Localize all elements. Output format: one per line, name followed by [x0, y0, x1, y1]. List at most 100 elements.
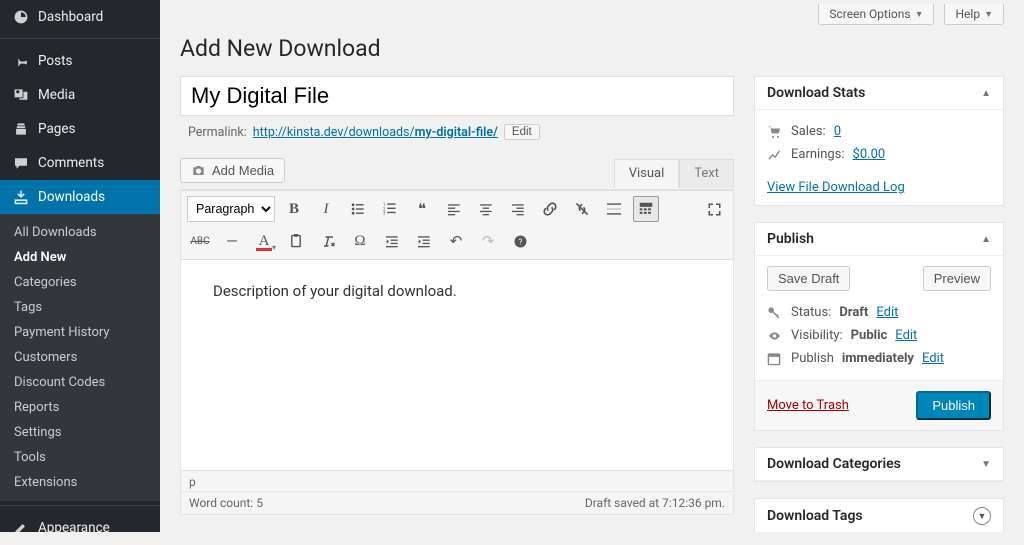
sidebar-item-comments[interactable]: Comments: [0, 146, 160, 180]
sidebar-sub-all-downloads[interactable]: All Downloads: [0, 220, 160, 245]
undo-button[interactable]: ↶: [443, 228, 469, 254]
earnings-value-link[interactable]: $0.00: [853, 147, 886, 162]
outdent-button[interactable]: [379, 228, 405, 254]
paste-text-button[interactable]: [283, 228, 309, 254]
fullscreen-button[interactable]: [701, 196, 727, 222]
sidebar-label: Posts: [38, 53, 72, 69]
sales-label: Sales:: [791, 124, 826, 139]
sidebar-item-media[interactable]: Media: [0, 78, 160, 112]
italic-button[interactable]: I: [313, 196, 339, 222]
download-stats-box: Download Stats ▲ Sales: 0: [754, 76, 1004, 206]
align-right-button[interactable]: [505, 196, 531, 222]
earnings-label: Earnings:: [791, 147, 845, 162]
unlink-button[interactable]: [569, 196, 595, 222]
word-count: Word count: 5: [189, 496, 263, 510]
chevron-down-icon: ▼: [915, 9, 924, 20]
format-select[interactable]: Paragraph: [187, 196, 275, 222]
visibility-value: Public: [851, 328, 888, 343]
numbered-list-button[interactable]: 123: [377, 196, 403, 222]
key-icon: [767, 306, 783, 320]
add-media-button[interactable]: Add Media: [180, 158, 285, 183]
sidebar-label: Appearance: [38, 520, 110, 536]
download-categories-box: Download Categories ▼: [754, 447, 1004, 482]
hr-button[interactable]: —: [219, 228, 245, 254]
preview-button[interactable]: Preview: [923, 266, 991, 291]
sidebar-item-pages[interactable]: Pages: [0, 112, 160, 146]
sidebar-sub-payment-history[interactable]: Payment History: [0, 320, 160, 345]
download-stats-header[interactable]: Download Stats ▲: [755, 77, 1003, 110]
sidebar-item-posts[interactable]: Posts: [0, 44, 160, 78]
collapse-icon: ▲: [981, 88, 991, 99]
status-value: Draft: [839, 305, 868, 320]
download-tags-header[interactable]: Download Tags ▼: [755, 499, 1003, 532]
page-title: Add New Download: [180, 35, 1004, 62]
pin-icon: [10, 52, 32, 70]
sidebar-sub-customers[interactable]: Customers: [0, 345, 160, 370]
link-button[interactable]: [537, 196, 563, 222]
clear-formatting-button[interactable]: [315, 228, 341, 254]
save-draft-button[interactable]: Save Draft: [767, 266, 850, 291]
sidebar-sub-reports[interactable]: Reports: [0, 395, 160, 420]
strikethrough-button[interactable]: ABC: [187, 228, 213, 254]
sidebar-sub-settings[interactable]: Settings: [0, 420, 160, 445]
sidebar-sub-categories[interactable]: Categories: [0, 270, 160, 295]
permalink-base: http://kinsta.dev/downloads/: [253, 125, 415, 140]
redo-button[interactable]: ↷: [475, 228, 501, 254]
dashboard-icon: [10, 8, 32, 26]
indent-button[interactable]: [411, 228, 437, 254]
editor-toolbar: Paragraph B I 123 ❝: [181, 190, 733, 260]
edit-permalink-button[interactable]: Edit: [504, 124, 540, 140]
sales-value-link[interactable]: 0: [834, 124, 841, 139]
download-stats-title: Download Stats: [767, 85, 865, 101]
edit-visibility-link[interactable]: Edit: [895, 328, 917, 343]
tab-text[interactable]: Text: [679, 159, 734, 188]
align-center-button[interactable]: [473, 196, 499, 222]
editor-top: Add Media Visual Text: [180, 152, 734, 189]
download-log-link[interactable]: View File Download Log: [767, 180, 905, 195]
publish-button[interactable]: Publish: [916, 391, 991, 420]
publish-header[interactable]: Publish ▲: [755, 223, 1003, 256]
content-editor[interactable]: Description of your digital download.: [181, 260, 733, 470]
screen-options-label: Screen Options: [829, 7, 910, 21]
title-input[interactable]: [180, 76, 734, 116]
sidebar-sub-add-new[interactable]: Add New: [0, 245, 160, 270]
downloads-submenu: All Downloads Add New Categories Tags Pa…: [0, 214, 160, 501]
sidebar-item-downloads[interactable]: Downloads: [0, 180, 160, 214]
align-left-button[interactable]: [441, 196, 467, 222]
read-more-button[interactable]: [601, 196, 627, 222]
screen-meta: Screen Options ▼ Help ▼: [180, 0, 1004, 33]
text-color-button[interactable]: A ▾: [251, 228, 277, 254]
permalink-link[interactable]: http://kinsta.dev/downloads/my-digital-f…: [253, 125, 498, 140]
sidebar-sub-tags[interactable]: Tags: [0, 295, 160, 320]
bulleted-list-button[interactable]: [345, 196, 371, 222]
blockquote-button[interactable]: ❝: [409, 196, 435, 222]
special-char-button[interactable]: Ω: [347, 228, 373, 254]
edit-status-link[interactable]: Edit: [876, 305, 898, 320]
toolbar-row-1: Paragraph B I 123 ❝: [187, 193, 727, 225]
collapse-icon: ▲: [981, 234, 991, 245]
screen-options-toggle[interactable]: Screen Options ▼: [818, 4, 934, 25]
edit-schedule-link[interactable]: Edit: [922, 351, 944, 366]
schedule-row: Publish immediately Edit: [767, 347, 991, 370]
sidebar-label: Comments: [38, 155, 104, 171]
download-categories-title: Download Categories: [767, 456, 901, 472]
sidebar-item-appearance[interactable]: Appearance: [0, 511, 160, 545]
help-toggle[interactable]: Help ▼: [944, 4, 1004, 25]
sidebar-item-dashboard[interactable]: Dashboard: [0, 0, 160, 34]
move-to-trash-link[interactable]: Move to Trash: [767, 398, 849, 413]
sidebar-sub-tools[interactable]: Tools: [0, 445, 160, 470]
toolbar-toggle-button[interactable]: [633, 196, 659, 222]
toolbar-row-2: ABC — A ▾ Ω: [187, 225, 727, 257]
bold-button[interactable]: B: [281, 196, 307, 222]
sidebar-sub-discount-codes[interactable]: Discount Codes: [0, 370, 160, 395]
appearance-icon: [10, 519, 32, 537]
svg-text:?: ?: [518, 237, 522, 247]
element-path[interactable]: p: [181, 471, 733, 492]
tab-visual[interactable]: Visual: [614, 159, 680, 188]
permalink-slug: my-digital-file/: [415, 125, 498, 140]
schedule-label: Publish: [791, 351, 834, 366]
keyboard-help-button[interactable]: ?: [507, 228, 533, 254]
download-categories-header[interactable]: Download Categories ▼: [755, 448, 1003, 481]
sidebar-label: Pages: [38, 121, 76, 137]
sidebar-sub-extensions[interactable]: Extensions: [0, 470, 160, 495]
